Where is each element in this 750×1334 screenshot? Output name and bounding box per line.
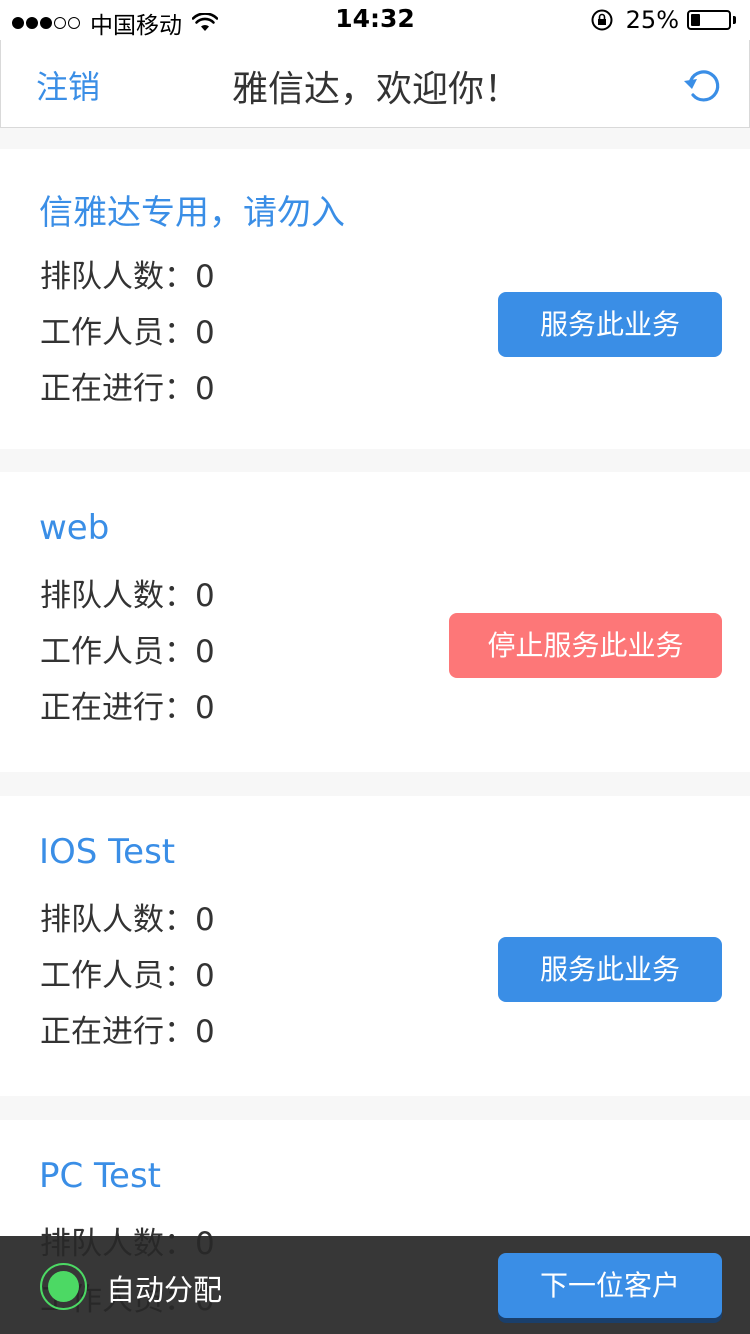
service-card: 信雅达专用，请勿入 排队人数：0 工作人员：0 正在进行：0 服务此业务 [0,149,750,449]
service-name: IOS Test [39,832,176,872]
queue-label: 排队人数 [40,578,164,614]
refresh-icon[interactable] [681,64,723,106]
in-progress-label: 正在进行 [40,371,164,407]
status-bar: 中国移动 14:32 25% [0,0,750,40]
staff-value: 0 [195,958,215,994]
stat-separator: ： [164,315,195,351]
staff-count: 工作人员：0 [40,626,215,671]
staff-count: 工作人员：0 [40,950,215,995]
stat-separator: ： [164,259,195,295]
serve-button[interactable]: 服务此业务 [498,937,722,1002]
in-progress-label: 正在进行 [40,690,164,726]
battery-icon [687,10,731,30]
toggle-knob [48,1271,79,1302]
staff-value: 0 [195,634,215,670]
queue-count: 排队人数：0 [40,251,215,296]
staff-count: 工作人员：0 [40,307,215,352]
queue-value: 0 [195,259,215,295]
battery-fill [691,14,700,26]
service-name: web [39,508,110,548]
queue-label: 排队人数 [40,259,164,295]
queue-count: 排队人数：0 [40,894,215,939]
auto-assign-toggle[interactable] [40,1263,87,1310]
queue-value: 0 [195,578,215,614]
nav-header: 注销 雅信达，欢迎你！ [0,40,750,128]
service-card: web 排队人数：0 工作人员：0 正在进行：0 停止服务此业务 [0,472,750,772]
serve-button[interactable]: 服务此业务 [498,292,722,357]
battery-cap [733,16,736,24]
staff-label: 工作人员 [40,634,164,670]
page-title: 雅信达，欢迎你！ [231,69,520,110]
in-progress-value: 0 [195,371,215,407]
staff-label: 工作人员 [40,958,164,994]
in-progress-label: 正在进行 [40,1014,164,1050]
service-name: 信雅达专用，请勿入 [39,193,345,233]
in-progress-value: 0 [195,1014,215,1050]
stop-serve-button[interactable]: 停止服务此业务 [449,613,722,678]
stat-separator: ： [164,690,195,726]
stat-separator: ： [164,1014,195,1050]
in-progress-value: 0 [195,690,215,726]
service-name: PC Test [39,1156,162,1196]
in-progress-count: 正在进行：0 [40,682,215,727]
status-right: 25% [590,6,736,34]
stat-separator: ： [164,958,195,994]
queue-value: 0 [195,902,215,938]
service-card: IOS Test 排队人数：0 工作人员：0 正在进行：0 服务此业务 [0,796,750,1096]
stat-separator: ： [164,578,195,614]
in-progress-count: 正在进行：0 [40,1006,215,1051]
stat-separator: ： [164,371,195,407]
auto-assign-label: 自动分配 [106,1273,223,1307]
queue-label: 排队人数 [40,902,164,938]
queue-count: 排队人数：0 [40,570,215,615]
bottom-bar: 自动分配 下一位客户 [0,1236,750,1334]
stat-separator: ： [164,634,195,670]
staff-value: 0 [195,315,215,351]
next-customer-button[interactable]: 下一位客户 [498,1253,722,1318]
rotation-lock-icon [591,9,613,31]
staff-label: 工作人员 [40,315,164,351]
in-progress-count: 正在进行：0 [40,363,215,408]
stat-separator: ： [164,902,195,938]
battery-percentage: 25% [625,6,679,34]
